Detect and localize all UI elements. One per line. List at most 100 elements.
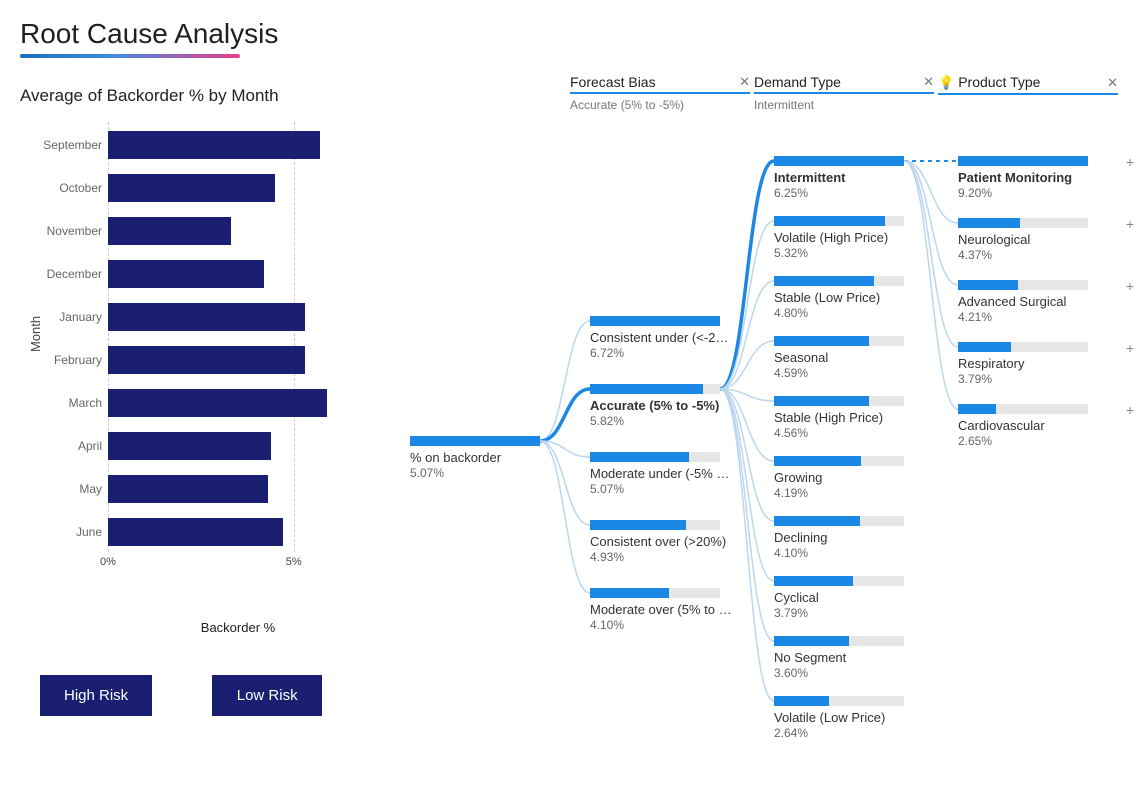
tree-node-value: 4.56%	[774, 426, 924, 440]
tree-header: Forecast Bias✕Accurate (5% to -5%)	[570, 74, 750, 112]
bar-label: October	[30, 181, 102, 195]
bar-row: March	[108, 386, 368, 420]
bar-label: February	[30, 353, 102, 367]
bar[interactable]	[108, 432, 271, 460]
tree-node[interactable]: No Segment3.60%	[774, 636, 924, 680]
tree-node[interactable]: Consistent under (<-2…6.72%	[590, 316, 740, 360]
tree-node[interactable]: Declining4.10%	[774, 516, 924, 560]
tree-node-value: 6.72%	[590, 346, 740, 360]
expand-icon[interactable]: +	[1126, 340, 1134, 356]
tree-node[interactable]: Neurological4.37%+	[958, 218, 1108, 262]
tree-node-value: 4.10%	[774, 546, 924, 560]
tree-node-label: % on backorder	[410, 450, 560, 465]
bar-label: May	[30, 482, 102, 496]
tree-node-value: 4.21%	[958, 310, 1108, 324]
bar[interactable]	[108, 518, 283, 546]
bar-row: June	[108, 515, 368, 549]
tree-node[interactable]: Growing4.19%	[774, 456, 924, 500]
tree-header-title: Forecast Bias	[570, 74, 656, 90]
tree-node-label: No Segment	[774, 650, 924, 665]
tree-node[interactable]: Consistent over (>20%)4.93%	[590, 520, 740, 564]
bar[interactable]	[108, 131, 320, 159]
tree-header-subtitle: Intermittent	[754, 98, 934, 112]
tree-node-label: Respiratory	[958, 356, 1108, 371]
tree-node-label: Stable (Low Price)	[774, 290, 924, 305]
close-icon[interactable]: ✕	[923, 74, 934, 90]
low-risk-button[interactable]: Low Risk	[212, 675, 322, 716]
tree-node-value: 4.10%	[590, 618, 740, 632]
tree-node-value: 3.79%	[958, 372, 1108, 386]
tree-node-label: Seasonal	[774, 350, 924, 365]
tree-node[interactable]: Cardiovascular2.65%+	[958, 404, 1108, 448]
tree-node-value: 4.80%	[774, 306, 924, 320]
tree-node-label: Volatile (High Price)	[774, 230, 924, 245]
tree-node[interactable]: Patient Monitoring9.20%+	[958, 156, 1108, 200]
bar-row: December	[108, 257, 368, 291]
bar-row: September	[108, 128, 368, 162]
tree-node[interactable]: Stable (Low Price)4.80%	[774, 276, 924, 320]
expand-icon[interactable]: +	[1126, 278, 1134, 294]
bar[interactable]	[108, 260, 264, 288]
tree-node-label: Cyclical	[774, 590, 924, 605]
tree-node[interactable]: Cyclical3.79%	[774, 576, 924, 620]
tree-node-value: 3.79%	[774, 606, 924, 620]
tree-node[interactable]: Intermittent6.25%	[774, 156, 924, 200]
tree-node-value: 5.32%	[774, 246, 924, 260]
tree-header: 💡Product Type✕	[938, 74, 1118, 112]
tree-node[interactable]: % on backorder5.07%	[410, 436, 560, 480]
tree-node[interactable]: Volatile (High Price)5.32%	[774, 216, 924, 260]
bar-row: April	[108, 429, 368, 463]
tree-node-label: Accurate (5% to -5%)	[590, 398, 740, 413]
tree-node[interactable]: Advanced Surgical4.21%+	[958, 280, 1108, 324]
bar-label: November	[30, 224, 102, 238]
tree-node[interactable]: Stable (High Price)4.56%	[774, 396, 924, 440]
tree-node[interactable]: Moderate under (-5% …5.07%	[590, 452, 740, 496]
tree-node-value: 4.37%	[958, 248, 1108, 262]
tree-node-value: 4.19%	[774, 486, 924, 500]
bar-row: February	[108, 343, 368, 377]
bar[interactable]	[108, 475, 268, 503]
tree-node-label: Consistent over (>20%)	[590, 534, 740, 549]
bar[interactable]	[108, 174, 275, 202]
tree-node-value: 5.82%	[590, 414, 740, 428]
tree-node-value: 9.20%	[958, 186, 1108, 200]
expand-icon[interactable]: +	[1126, 402, 1134, 418]
tree-node[interactable]: Accurate (5% to -5%)5.82%	[590, 384, 740, 428]
bar[interactable]	[108, 303, 305, 331]
tree-node-label: Patient Monitoring	[958, 170, 1108, 185]
chart-title: Average of Backorder % by Month	[20, 86, 390, 106]
bar-row: October	[108, 171, 368, 205]
hbar-chart: Month 0%5% SeptemberOctoberNovemberDecem…	[20, 122, 390, 592]
tree-node-label: Neurological	[958, 232, 1108, 247]
decomposition-tree: Forecast Bias✕Accurate (5% to -5%)Demand…	[390, 86, 1126, 716]
page-title: Root Cause Analysis	[20, 18, 1126, 50]
x-tick: 0%	[100, 556, 116, 568]
tree-node[interactable]: Volatile (Low Price)2.64%	[774, 696, 924, 740]
tree-node[interactable]: Seasonal4.59%	[774, 336, 924, 380]
close-icon[interactable]: ✕	[739, 74, 750, 90]
high-risk-button[interactable]: High Risk	[40, 675, 152, 716]
tree-header: Demand Type✕Intermittent	[754, 74, 934, 112]
title-underline	[20, 54, 240, 58]
bar[interactable]	[108, 346, 305, 374]
tree-node-label: Declining	[774, 530, 924, 545]
bar-row: November	[108, 214, 368, 248]
tree-node-value: 2.65%	[958, 434, 1108, 448]
tree-node-value: 4.59%	[774, 366, 924, 380]
tree-node-value: 5.07%	[590, 482, 740, 496]
tree-node-label: Consistent under (<-2…	[590, 330, 740, 345]
bar[interactable]	[108, 389, 327, 417]
tree-node[interactable]: Respiratory3.79%+	[958, 342, 1108, 386]
expand-icon[interactable]: +	[1126, 216, 1134, 232]
tree-node[interactable]: Moderate over (5% to …4.10%	[590, 588, 740, 632]
expand-icon[interactable]: +	[1126, 154, 1134, 170]
bar-label: March	[30, 396, 102, 410]
bar-label: January	[30, 310, 102, 324]
tree-node-label: Advanced Surgical	[958, 294, 1108, 309]
bar[interactable]	[108, 217, 231, 245]
close-icon[interactable]: ✕	[1107, 75, 1118, 91]
tree-node-label: Intermittent	[774, 170, 924, 185]
tree-node-value: 6.25%	[774, 186, 924, 200]
bar-label: September	[30, 138, 102, 152]
tree-node-value: 3.60%	[774, 666, 924, 680]
